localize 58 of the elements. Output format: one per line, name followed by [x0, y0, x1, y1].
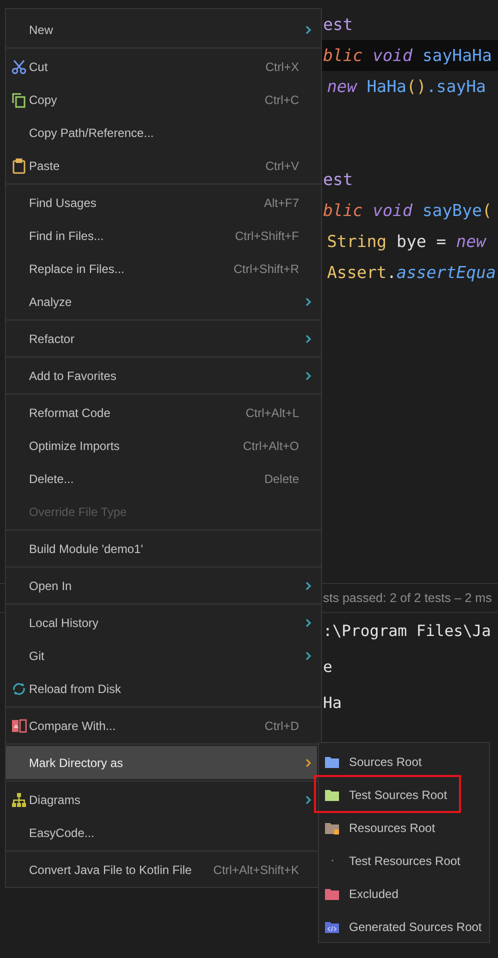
keyboard-shortcut: Alt+F7 [264, 196, 299, 210]
keyboard-shortcut: Ctrl+Alt+Shift+K [213, 862, 299, 876]
dot-icon [330, 859, 334, 862]
code-line: blic void sayBye( [322, 200, 493, 222]
menu-item[interactable]: Reload from Disk [6, 672, 317, 705]
menu-item[interactable]: Test Resources Root [319, 848, 489, 872]
menu-item[interactable]: Replace in Files... Ctrl+Shift+R [6, 252, 317, 285]
menu-item[interactable]: Resources Root [319, 816, 489, 840]
menu-item[interactable]: Cut Ctrl+X [6, 50, 317, 83]
console-line: :\Program Files\Ja [323, 622, 491, 640]
menu-item[interactable]: Git [6, 639, 317, 672]
test-status-text: sts passed: 2 of 2 tests – 2 ms [323, 591, 492, 605]
clipboard-icon [11, 158, 27, 174]
menu-item[interactable]: Excluded [319, 882, 489, 906]
keyboard-shortcut: Ctrl+V [265, 158, 299, 172]
menu-item[interactable]: Optimize Imports Ctrl+Alt+O [6, 429, 317, 462]
menu-item[interactable]: Local History [6, 606, 317, 639]
keyboard-shortcut: Ctrl+Shift+F [234, 228, 299, 242]
menu-item[interactable]: Compare With... Ctrl+D [6, 709, 317, 742]
menu-item[interactable]: EasyCode... [6, 816, 317, 849]
keyboard-shortcut: Ctrl+X [265, 60, 299, 74]
menu-item[interactable]: Open In [6, 569, 317, 602]
reload-icon [11, 680, 27, 696]
compare-icon [11, 718, 27, 734]
menu-item[interactable]: Convert Java File to Kotlin File Ctrl+Alt+Shift+K [6, 853, 317, 886]
console-line: Ha [323, 694, 342, 712]
menu-item[interactable]: Generated Sources Root [319, 914, 489, 938]
hierarchy-icon [11, 792, 27, 808]
menu-item[interactable]: Diagrams [6, 783, 317, 816]
menu-item[interactable]: Copy Ctrl+C [6, 83, 317, 116]
menu-item[interactable]: Delete... Delete [6, 462, 317, 495]
keyboard-shortcut: Ctrl+D [264, 718, 299, 732]
menu-item[interactable]: Paste Ctrl+V [6, 149, 317, 182]
keyboard-shortcut: Ctrl+C [264, 92, 299, 106]
menu-item[interactable]: Copy Path/Reference... [6, 116, 317, 149]
menu-item[interactable]: Sources Root [319, 750, 489, 774]
menu-item[interactable]: Find Usages Alt+F7 [6, 186, 317, 219]
keyboard-shortcut: Ctrl+Alt+L [246, 406, 299, 420]
menu-item[interactable]: Analyze [6, 285, 317, 318]
code-line: est [322, 169, 354, 191]
scissors-icon [11, 58, 27, 74]
menu-item[interactable]: Find in Files... Ctrl+Shift+F [6, 219, 317, 252]
code-line: String bye = new [326, 231, 488, 253]
menu-item[interactable]: New [6, 13, 317, 46]
copy-icon [11, 92, 27, 108]
menu-item[interactable]: Test Sources Root [319, 782, 489, 806]
code-line: Assert.assertEqua [326, 262, 497, 284]
menu-item[interactable]: Mark Directory as [6, 746, 317, 779]
menu-item[interactable]: Add to Favorites [6, 359, 317, 392]
keyboard-shortcut: Ctrl+Alt+O [242, 438, 299, 452]
code-line: est [322, 14, 354, 36]
keyboard-shortcut: Ctrl+Shift+R [234, 262, 299, 276]
menu-item[interactable]: Refactor [6, 322, 317, 355]
menu-item[interactable]: Reformat Code Ctrl+Alt+L [6, 396, 317, 429]
menu-item[interactable]: Build Module 'demo1' [6, 532, 317, 565]
code-line: new HaHa().sayHa [326, 76, 487, 98]
console-line: e [323, 658, 332, 676]
keyboard-shortcut: Delete [264, 472, 299, 486]
